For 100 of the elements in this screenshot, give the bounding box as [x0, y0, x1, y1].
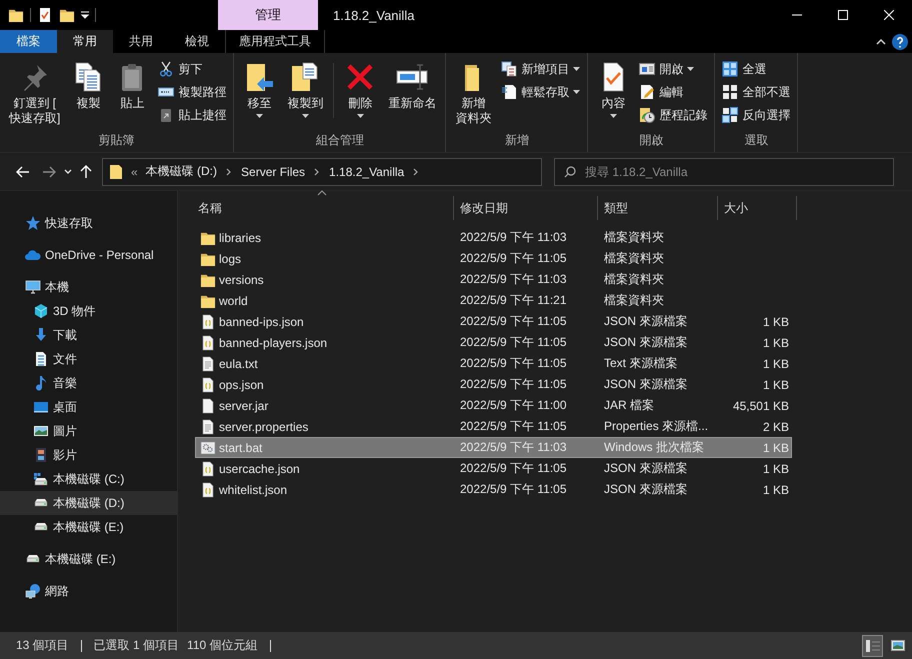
json-file-icon: [200, 334, 216, 350]
table-cell: 2022/5/9 下午 11:03: [460, 230, 567, 244]
table-cell: Windows 批次檔案: [604, 440, 704, 454]
sidebar-item[interactable]: OneDrive - Personal: [0, 243, 177, 267]
ribbon-button[interactable]: 反向選擇: [719, 104, 794, 126]
column-header[interactable]: 名稱: [195, 196, 453, 220]
sidebar-item[interactable]: 快速存取: [0, 211, 177, 235]
file-row[interactable]: libraries 2022/5/9 下午 11:03 檔案資料夾: [195, 227, 792, 248]
ribbon-button[interactable]: 內容: [592, 57, 634, 132]
sidebar-item[interactable]: 文件: [0, 347, 177, 371]
sidebar-item[interactable]: 影片: [0, 443, 177, 467]
table-cell: 2022/5/9 下午 11:05: [460, 482, 567, 496]
file-name: server.jar: [219, 398, 268, 412]
sidebar-item[interactable]: 圖片: [0, 419, 177, 443]
ribbon-tab[interactable]: 常用: [57, 30, 113, 53]
file-row[interactable]: banned-players.json 2022/5/9 下午 11:05 JSON 來源檔案 1 KB: [195, 332, 792, 353]
ribbon-tab[interactable]: 共用: [113, 30, 169, 53]
table-cell: 檔案資料夾: [604, 251, 664, 265]
chevron-icon: [225, 166, 234, 176]
breadcrumb[interactable]: Server Files: [241, 164, 306, 178]
file-name: usercache.json: [219, 462, 300, 476]
search-field[interactable]: 搜尋 1.18.2_Vanilla: [554, 158, 894, 186]
address-bar[interactable]: « 本機磁碟 (D:) Server Files 1.18.2_Vanilla: [102, 158, 542, 186]
sidebar-item[interactable]: 3D 物件: [0, 299, 177, 323]
ribbon-button[interactable]: 貼上捷徑: [155, 104, 230, 126]
column-header[interactable]: 修改日期: [453, 196, 597, 220]
table-cell: 檔案資料夾: [604, 272, 664, 286]
ribbon-button[interactable]: 剪下: [155, 58, 230, 80]
help-button[interactable]: [892, 34, 908, 50]
sidebar-item[interactable]: 本機磁碟 (E:): [0, 547, 177, 571]
table-cell: 2022/5/9 下午 11:03: [460, 440, 567, 454]
file-row[interactable]: usercache.json 2022/5/9 下午 11:05 JSON 來源檔案 1 KB: [195, 458, 792, 479]
table-cell: 2022/5/9 下午 11:05: [460, 377, 567, 391]
ribbon-button[interactable]: 移至: [238, 57, 280, 132]
document-icon: [501, 84, 518, 100]
breadcrumb[interactable]: 本機磁碟 (D:): [146, 163, 218, 180]
ribbon-button[interactable]: 刪除: [339, 57, 382, 132]
ribbon-button[interactable]: 釘選到 [ 快速存取]: [4, 57, 66, 132]
table-cell: 2 KB: [762, 420, 789, 434]
scissors-icon: [158, 61, 174, 77]
breadcrumb[interactable]: 1.18.2_Vanilla: [329, 164, 404, 178]
ribbon-button[interactable]: 全部不選: [719, 81, 794, 103]
table-cell: 1 KB: [762, 336, 789, 350]
table-cell: Properties 來源檔...: [604, 419, 708, 433]
sidebar-item[interactable]: 本機磁碟 (E:): [0, 515, 177, 539]
ribbon-button[interactable]: 重新命名: [383, 57, 442, 132]
ribbon-button[interactable]: 複製: [67, 57, 110, 132]
chevron-icon: [412, 166, 420, 176]
file-row[interactable]: eula.txt 2022/5/9 下午 11:05 Text 來源檔案 1 KB: [195, 353, 792, 374]
sidebar-item[interactable]: 桌面: [0, 395, 177, 419]
table-cell: JSON 來源檔案: [604, 314, 688, 328]
ribbon-tab[interactable]: 檢視: [169, 30, 225, 53]
ribbon-button[interactable]: 複製路徑: [155, 81, 230, 103]
window-title: 1.18.2_Vanilla: [333, 8, 414, 22]
file-name: banned-players.json: [219, 336, 328, 350]
table-cell: JSON 來源檔案: [604, 482, 688, 496]
recent-locations-button[interactable]: [62, 168, 74, 174]
table-cell: JSON 來源檔案: [604, 335, 688, 349]
sidebar-item[interactable]: 本機磁碟 (D:): [0, 491, 177, 515]
json-file-icon: [200, 376, 216, 392]
file-row[interactable]: whitelist.json 2022/5/9 下午 11:05 JSON 來源檔案 1 KB: [195, 479, 792, 500]
file-row[interactable]: logs 2022/5/9 下午 11:05 檔案資料夾: [195, 248, 792, 269]
sidebar-item[interactable]: 本機磁碟 (C:): [0, 467, 177, 491]
file-name: whitelist.json: [219, 482, 288, 496]
file-row[interactable]: ops.json 2022/5/9 下午 11:05 JSON 來源檔案 1 KB: [195, 374, 792, 395]
sidebar-item[interactable]: 網路: [0, 579, 177, 603]
desktop-icon: [33, 399, 49, 415]
ribbon-button[interactable]: 新增 資料夾: [450, 57, 496, 132]
file-row[interactable]: world 2022/5/9 下午 11:21 檔案資料夾: [195, 290, 792, 311]
collapse-ribbon-button[interactable]: [876, 38, 886, 45]
table-cell: 2022/5/9 下午 11:00: [460, 398, 567, 412]
file-row[interactable]: start.bat 2022/5/9 下午 11:03 Windows 批次檔案 1 KB: [195, 437, 792, 458]
file-row[interactable]: banned-ips.json 2022/5/9 下午 11:05 JSON 來源檔案 1 KB: [195, 311, 792, 332]
file-row[interactable]: server.jar 2022/5/9 下午 11:00 JAR 檔案 45,501 KB: [195, 395, 792, 416]
folder-icon: [109, 164, 123, 180]
sidebar-item[interactable]: 音樂: [0, 371, 177, 395]
status-text: 已選取 1 個項目: [94, 637, 180, 654]
column-header[interactable]: 大小: [717, 196, 797, 220]
ribbon-button[interactable]: 複製到: [282, 57, 328, 132]
ribbon-button[interactable]: 開啟: [636, 58, 710, 80]
file-row[interactable]: versions 2022/5/9 下午 11:03 檔案資料夾: [195, 269, 792, 290]
table-cell: 檔案資料夾: [604, 293, 664, 307]
ribbon-button[interactable]: 貼上: [111, 57, 154, 132]
ribbon-button[interactable]: 編輯: [636, 81, 710, 103]
column-header[interactable]: 類型: [597, 196, 717, 220]
table-cell: JSON 來源檔案: [604, 461, 688, 475]
file-row[interactable]: server.properties 2022/5/9 下午 11:05 Properties 來源檔... 2 KB: [195, 416, 792, 437]
sidebar-item[interactable]: 本機: [0, 275, 177, 299]
folder-icon: [59, 7, 75, 23]
table-cell: 檔案資料夾: [604, 230, 664, 244]
ribbon-button[interactable]: 歷程記錄: [636, 104, 710, 126]
sidebar-item[interactable]: 下載: [0, 323, 177, 347]
details-view-button[interactable]: [862, 634, 883, 656]
table-cell: 2022/5/9 下午 11:05: [460, 335, 567, 349]
ribbon-tab[interactable]: 檔案: [0, 30, 57, 53]
ribbon-button[interactable]: 新增項目: [498, 58, 584, 80]
pencil-document-icon: [639, 84, 656, 100]
ribbon-button[interactable]: 全選: [719, 58, 794, 80]
ribbon-button[interactable]: 輕鬆存取: [498, 81, 584, 103]
folder-icon: [8, 7, 24, 23]
